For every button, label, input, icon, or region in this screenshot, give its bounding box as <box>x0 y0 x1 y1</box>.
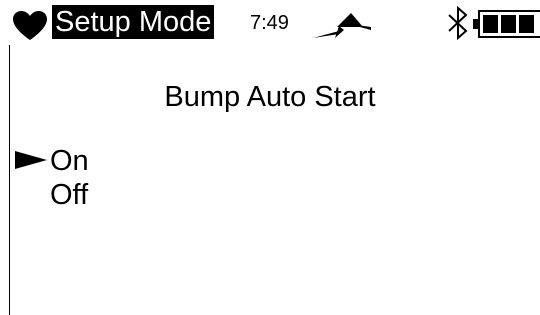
mode-badge: Setup Mode <box>52 5 215 39</box>
selection-arrow-icon <box>15 151 47 169</box>
device-screen: Setup Mode 7:49 Bump Auto Start On Off <box>0 0 540 315</box>
bluetooth-icon <box>448 6 468 40</box>
option-off[interactable]: Off <box>50 178 88 212</box>
pump-status-icon <box>313 13 371 38</box>
status-bar: Setup Mode 7:49 <box>0 0 540 48</box>
page-title: Bump Auto Start <box>164 81 376 113</box>
option-on[interactable]: On <box>50 144 89 178</box>
battery-icon <box>473 10 540 38</box>
heart-icon <box>13 11 47 40</box>
clock: 7:49 <box>250 12 289 34</box>
